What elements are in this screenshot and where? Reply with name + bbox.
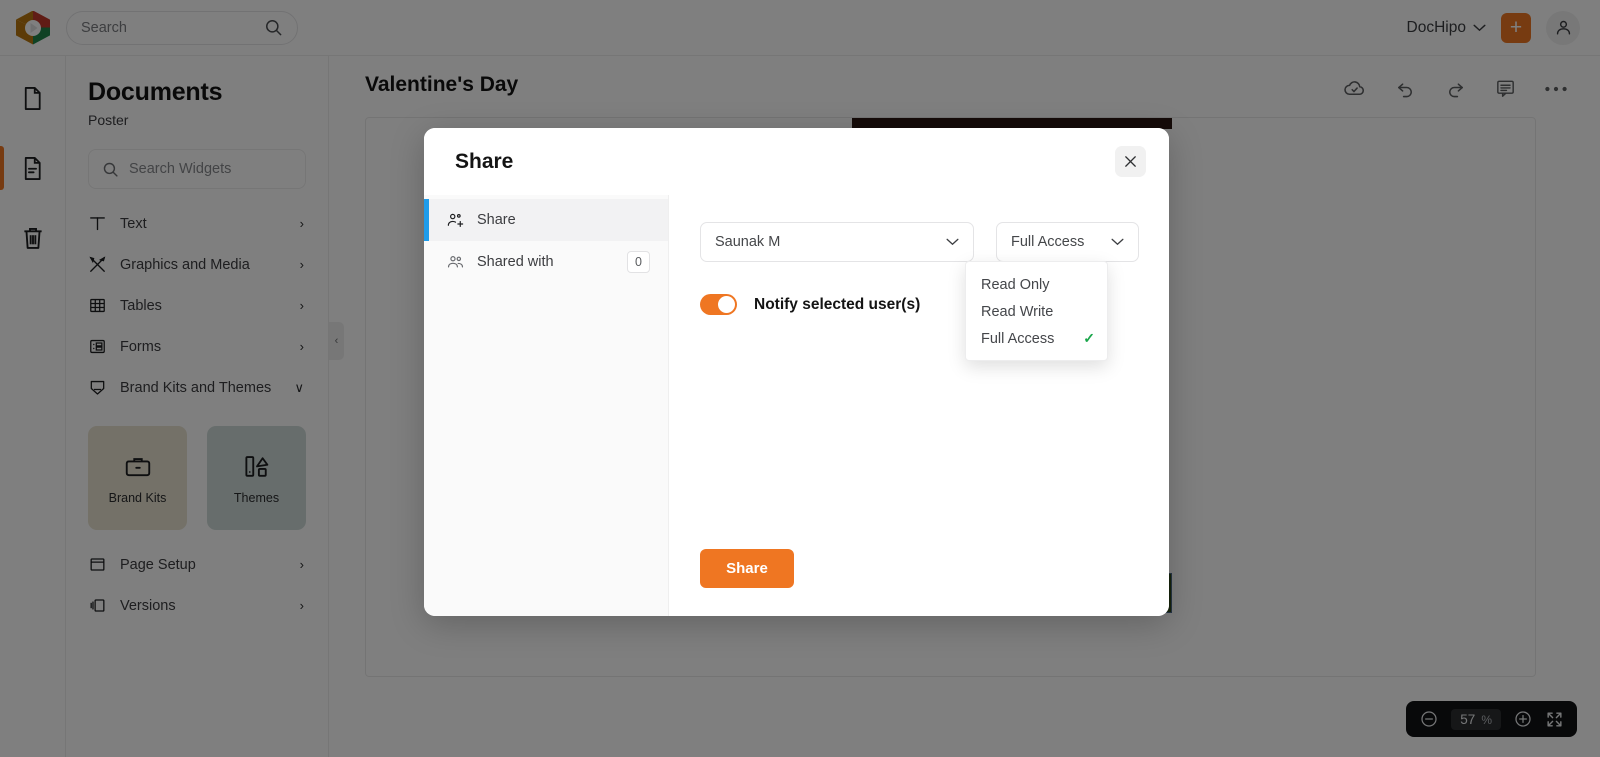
share-submit-button[interactable]: Share	[700, 549, 794, 588]
dropdown-option-read-write[interactable]: Read Write	[966, 298, 1107, 325]
toggle-knob	[718, 296, 735, 313]
people-icon	[446, 253, 465, 272]
person-add-icon	[446, 211, 465, 230]
modal-tab-share[interactable]: Share	[424, 199, 668, 241]
check-icon: ✓	[1083, 330, 1095, 346]
app-root: Search DocHipo +	[0, 0, 1600, 757]
dropdown-option-read-only[interactable]: Read Only	[966, 271, 1107, 298]
dropdown-option-label: Read Only	[981, 276, 1050, 293]
share-button-label: Share	[726, 560, 768, 577]
share-target-row: Saunak M Full Access	[700, 222, 1139, 262]
permission-select-value: Full Access	[1011, 234, 1085, 250]
dropdown-option-label: Full Access	[981, 330, 1055, 347]
share-modal: Share Share Shared with 0 Saunak M Full …	[424, 128, 1169, 616]
user-select-value: Saunak M	[715, 234, 781, 250]
shared-with-count-badge: 0	[627, 251, 650, 273]
modal-header: Share	[424, 128, 1169, 195]
chevron-down-icon	[1111, 238, 1124, 246]
user-select[interactable]: Saunak M	[700, 222, 974, 262]
modal-title: Share	[455, 149, 514, 173]
close-button[interactable]	[1115, 146, 1146, 177]
dropdown-option-label: Read Write	[981, 303, 1054, 320]
modal-body: Share Shared with 0 Saunak M Full Access…	[424, 195, 1169, 616]
chevron-down-icon	[946, 238, 959, 246]
notify-toggle[interactable]	[700, 294, 737, 315]
modal-content: Saunak M Full Access Read Only Read Writ…	[669, 195, 1169, 616]
dropdown-option-full-access[interactable]: Full Access ✓	[966, 325, 1107, 352]
modal-sidebar: Share Shared with 0	[424, 195, 669, 616]
notify-label: Notify selected user(s)	[754, 295, 921, 313]
permission-dropdown-menu: Read Only Read Write Full Access ✓	[965, 261, 1108, 361]
permission-select[interactable]: Full Access	[996, 222, 1139, 262]
modal-tab-label: Share	[477, 212, 516, 228]
modal-tab-label: Shared with	[477, 254, 554, 270]
modal-tab-shared-with[interactable]: Shared with 0	[424, 241, 668, 283]
close-icon	[1123, 154, 1138, 169]
